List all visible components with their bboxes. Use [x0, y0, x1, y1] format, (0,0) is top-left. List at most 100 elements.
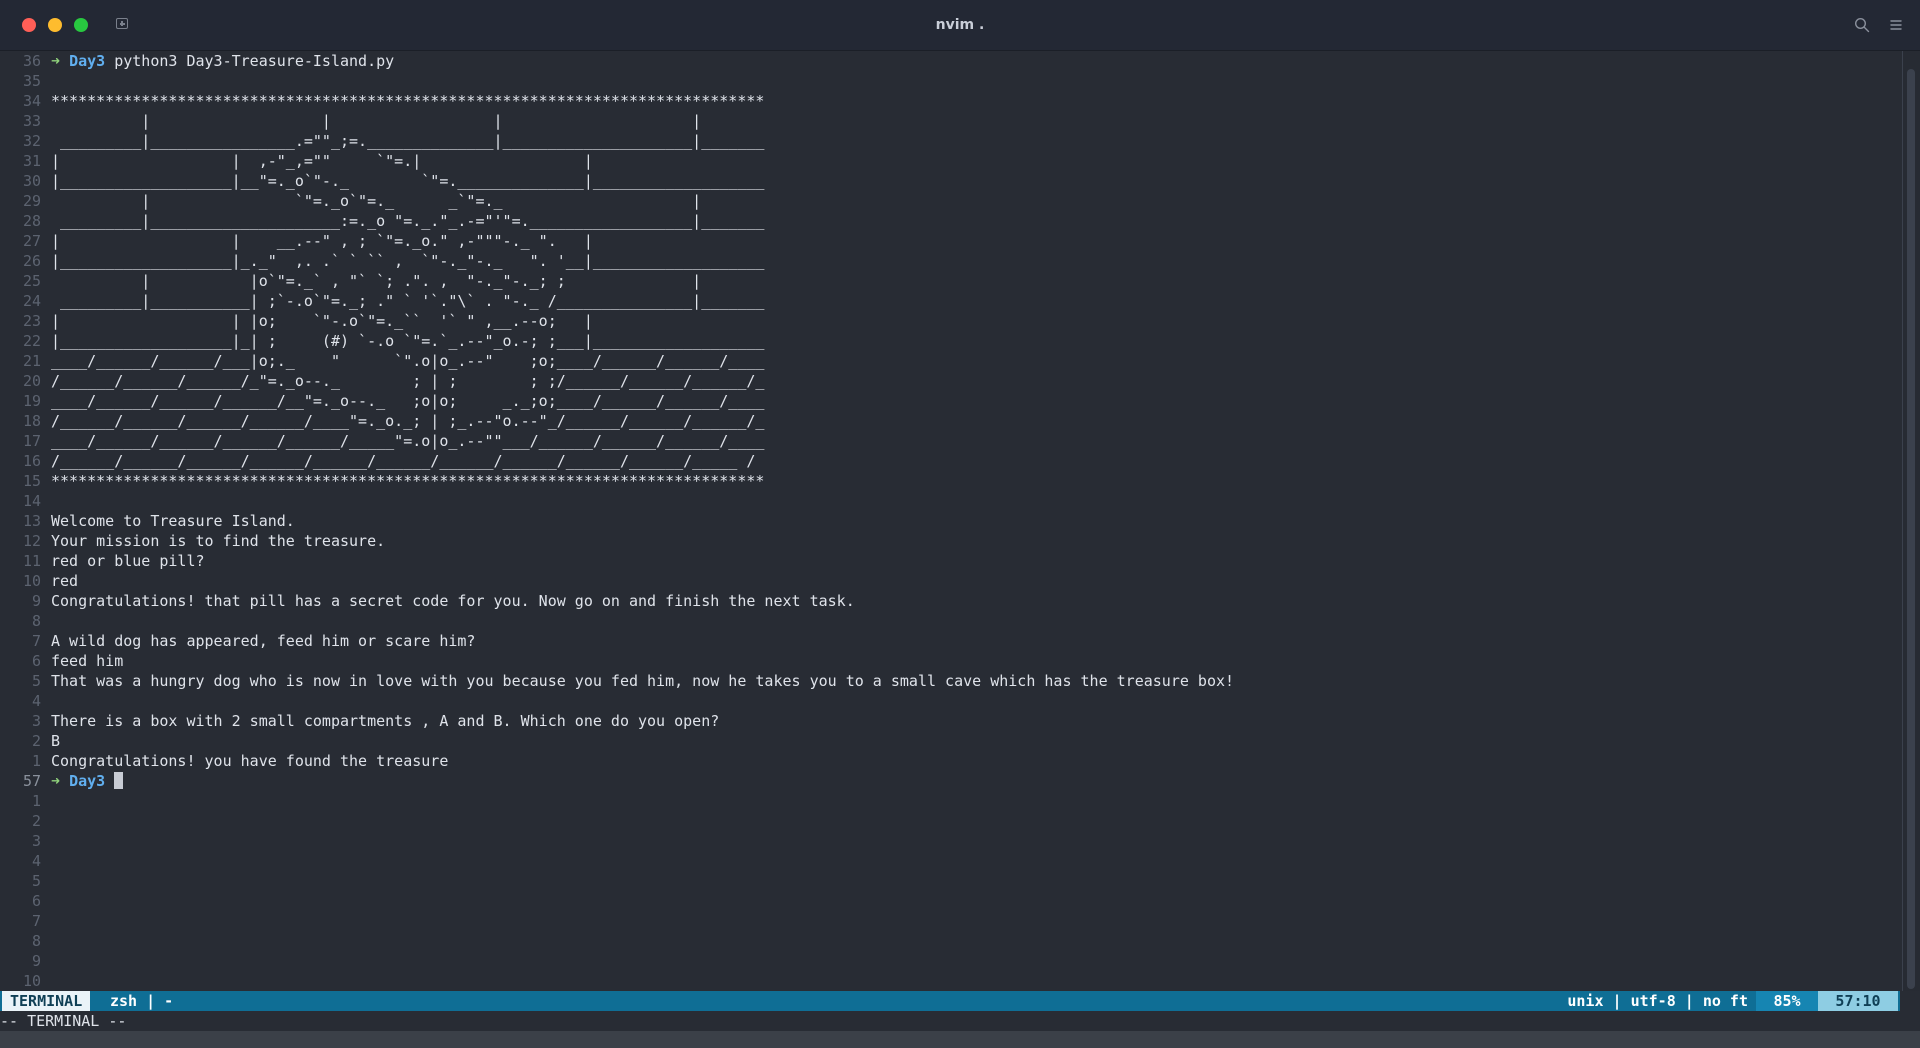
search-icon[interactable] — [1854, 17, 1870, 33]
line-number: 15 — [22, 472, 41, 490]
terminal-line: 30 |___________________|__"=._o`"-._ `"=.… — [0, 171, 1900, 191]
cursor-position: 57:10 — [1818, 991, 1898, 1011]
terminal-cursor — [114, 772, 124, 789]
line-number: 10 — [22, 972, 41, 990]
file-indicator: zsh | - — [110, 992, 174, 1010]
terminal-line: 11 red or blue pill? — [0, 551, 1900, 571]
prompt-directory: Day3 — [69, 52, 106, 70]
line-content: | | ,-"_,="" `"=.| | — [51, 152, 593, 170]
terminal-line: 5 That was a hungry dog who is now in lov… — [0, 671, 1900, 691]
terminal-line: 4 — [0, 851, 1900, 871]
prompt-line: 57 ➜ Day3 — [0, 771, 1900, 791]
line-number: 12 — [22, 532, 41, 550]
line-content: red or blue pill? — [51, 552, 205, 570]
mode-indicator: TERMINAL — [2, 991, 91, 1011]
line-number: 34 — [22, 92, 41, 110]
line-number: 2 — [31, 732, 41, 750]
prompt-arrow-icon: ➜ — [51, 52, 61, 70]
line-content: Congratulations! that pill has a secret … — [51, 592, 855, 610]
prompt-arrow-icon: ➜ — [51, 772, 61, 790]
terminal-line: 14 — [0, 491, 1900, 511]
line-content: | |o`"=._` , "` `; .". , "-._"-._; ; | — [51, 272, 702, 290]
line-number: 27 — [22, 232, 41, 250]
command-line[interactable]: -- TERMINAL -- — [0, 1011, 1920, 1031]
terminal-line: 21 ____/______/______/___|o;._ " `".o|o_.… — [0, 351, 1900, 371]
line-number: 10 — [22, 572, 41, 590]
line-content: red — [51, 572, 79, 590]
nvim-window: nvim . 36 ➜ Day3 python3 Day3-Treasure-Is… — [0, 0, 1920, 1048]
terminal-line: 18 /______/______/______/______/____"=._o… — [0, 411, 1900, 431]
line-number: 20 — [22, 372, 41, 390]
terminal-line: 2 — [0, 811, 1900, 831]
line-number: 4 — [31, 692, 41, 710]
line-number: 3 — [31, 712, 41, 730]
line-content: ____/______/______/______/______/_____"=… — [51, 432, 765, 450]
hamburger-menu-icon[interactable] — [1888, 17, 1904, 33]
line-content: /______/______/______/______/______/____… — [51, 452, 756, 470]
line-number: 35 — [22, 72, 41, 90]
scrollbar[interactable] — [1902, 51, 1920, 991]
terminal-line: 3 There is a box with 2 small compartment… — [0, 711, 1900, 731]
line-number: 24 — [22, 292, 41, 310]
terminal-line: 27 | | __.--" , ; `"=._o." ,-"""-._ ". | — [0, 231, 1900, 251]
line-number: 21 — [22, 352, 41, 370]
terminal-line: 19 ____/______/______/______/__"=._o--._ … — [0, 391, 1900, 411]
prompt-directory: Day3 — [69, 772, 106, 790]
line-content: That was a hungry dog who is now in love… — [51, 672, 1235, 690]
terminal-line: 3 — [0, 831, 1900, 851]
terminal-line: 17 ____/______/______/______/______/_____… — [0, 431, 1900, 451]
line-number: 26 — [22, 252, 41, 270]
terminal-line: 1 Congratulations! you have found the tre… — [0, 751, 1900, 771]
terminal-buffer[interactable]: 3 6 ➜ Day3 python3 Day3-Treasure-Island.py… — [0, 51, 1900, 991]
line-content: |___________________|_| ; (#) `-.o `"=.`… — [51, 332, 765, 350]
terminal-line: 12 Your mission is to find the treasure. — [0, 531, 1900, 551]
line-content: /______/______/______/______/____"=._o._… — [51, 412, 765, 430]
line-content: | | |o; `"-.o`"=._`` '` " ,__.--o; | — [51, 312, 593, 330]
line-content: | | | | — [51, 112, 702, 130]
line-number: 4 — [31, 852, 41, 870]
terminal-line: 33 | | | | — [0, 111, 1900, 131]
line-content: _________|___________| ;`-.o`"=._; ." ` … — [51, 292, 765, 310]
line-content: B — [51, 732, 61, 750]
line-content: |___________________|__"=._o`"-._ `"=.__… — [51, 172, 765, 190]
line-content: ____/______/______/___|o;._ " `".o|o_.--… — [51, 352, 765, 370]
terminal-line: 28 _________|_____________________:=._o … — [0, 211, 1900, 231]
line-number: 30 — [22, 172, 41, 190]
terminal-line: 31 | | ,-"_,="" `"=.| | — [0, 151, 1900, 171]
line-number: 11 — [22, 552, 41, 570]
terminal-line: 9 — [0, 951, 1900, 971]
terminal-line: 22 |___________________|_| ; (#) `-.o `"=… — [0, 331, 1900, 351]
line-number: 7 — [31, 912, 41, 930]
line-number: 29 — [22, 192, 41, 210]
line-number: 57 — [22, 772, 41, 790]
line-number: 6 — [31, 652, 41, 670]
line-content: ____/______/______/______/__"=._o--._ ;o… — [51, 392, 765, 410]
scroll-percent: 85% — [1756, 991, 1818, 1011]
line-number: 1 — [31, 752, 41, 770]
line-number: 9 — [31, 592, 41, 610]
terminal-line: 7 — [0, 911, 1900, 931]
line-content: | | __.--" , ; `"=._o." ,-"""-._ ". | — [51, 232, 593, 250]
line-number: 22 — [22, 332, 41, 350]
terminal-line: 10 red — [0, 571, 1900, 591]
line-number: 33 — [22, 112, 41, 130]
line-content: ➜ Day3 python3 Day3-Treasure-Island.py — [51, 51, 394, 71]
scrollbar-thumb[interactable] — [1907, 69, 1915, 989]
terminal-line: 35 — [0, 71, 1900, 91]
terminal-line: 4 — [0, 691, 1900, 711]
line-number: 28 — [22, 212, 41, 230]
file-format-info: unix | utf-8 | no ft — [1567, 992, 1748, 1010]
line-number: 2 — [31, 812, 41, 830]
line-number: 31 — [22, 152, 41, 170]
bottom-strip — [0, 1031, 1920, 1048]
line-content: Congratulations! you have found the trea… — [51, 752, 449, 770]
status-line: TERMINAL zsh | - unix | utf-8 | no ft 85… — [0, 991, 1900, 1011]
terminal-line: 6 — [0, 891, 1900, 911]
terminal-line: 8 — [0, 931, 1900, 951]
line-content: | `"=._o`"=._ _`"=._ | — [51, 192, 702, 210]
terminal-line: 5 — [0, 871, 1900, 891]
line-content: Welcome to Treasure Island. — [51, 512, 295, 530]
terminal-line: 34 **************************************… — [0, 91, 1900, 111]
line-number: 1 — [31, 792, 41, 810]
terminal-line: 6 feed him — [0, 651, 1900, 671]
